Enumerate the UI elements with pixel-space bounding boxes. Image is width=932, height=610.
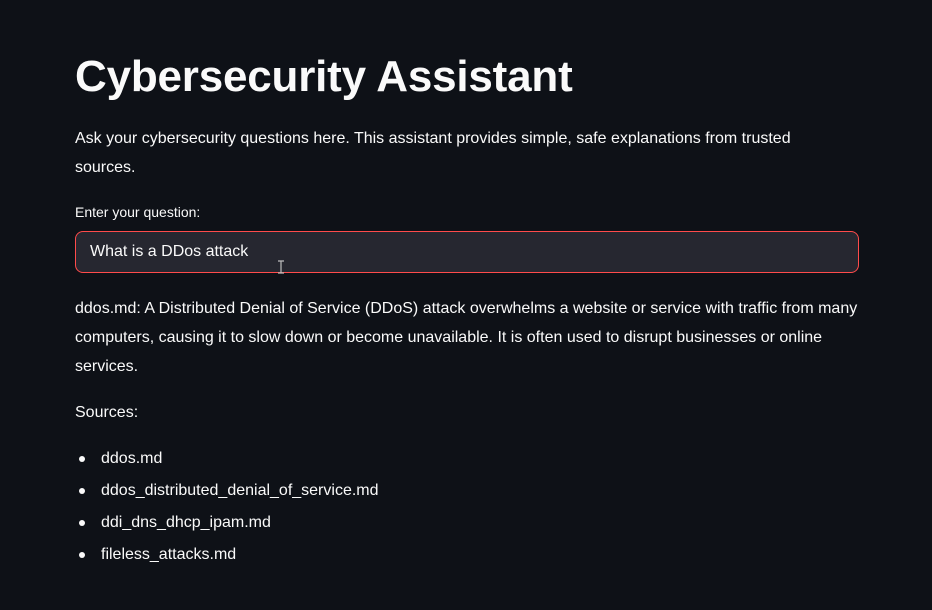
sources-list: ddos.md ddos_distributed_denial_of_servi…	[75, 444, 379, 572]
app-page: Cybersecurity Assistant Ask your cyberse…	[0, 0, 932, 610]
question-label: Enter your question:	[75, 204, 201, 220]
source-item: fileless_attacks.md	[101, 546, 237, 563]
page-title: Cybersecurity Assistant	[75, 52, 573, 101]
intro-text: Ask your cybersecurity questions here. T…	[75, 130, 791, 176]
list-item: fileless_attacks.md	[75, 540, 379, 572]
list-item: ddi_dns_dhcp_ipam.md	[75, 508, 379, 540]
source-item: ddos_distributed_denial_of_service.md	[101, 482, 379, 499]
answer-text: ddos.md: A Distributed Denial of Service…	[75, 300, 858, 375]
bullet-icon	[79, 520, 85, 526]
question-input[interactable]: What is a DDos attack	[75, 231, 859, 273]
bullet-icon	[79, 456, 85, 462]
source-item: ddos.md	[101, 450, 163, 467]
text-cursor-icon	[278, 260, 284, 274]
source-item: ddi_dns_dhcp_ipam.md	[101, 514, 271, 531]
list-item: ddos_distributed_denial_of_service.md	[75, 476, 379, 508]
bullet-icon	[79, 552, 85, 558]
question-input-value: What is a DDos attack	[90, 243, 249, 260]
bullet-icon	[79, 488, 85, 494]
list-item: ddos.md	[75, 444, 379, 476]
sources-label: Sources:	[75, 404, 139, 421]
